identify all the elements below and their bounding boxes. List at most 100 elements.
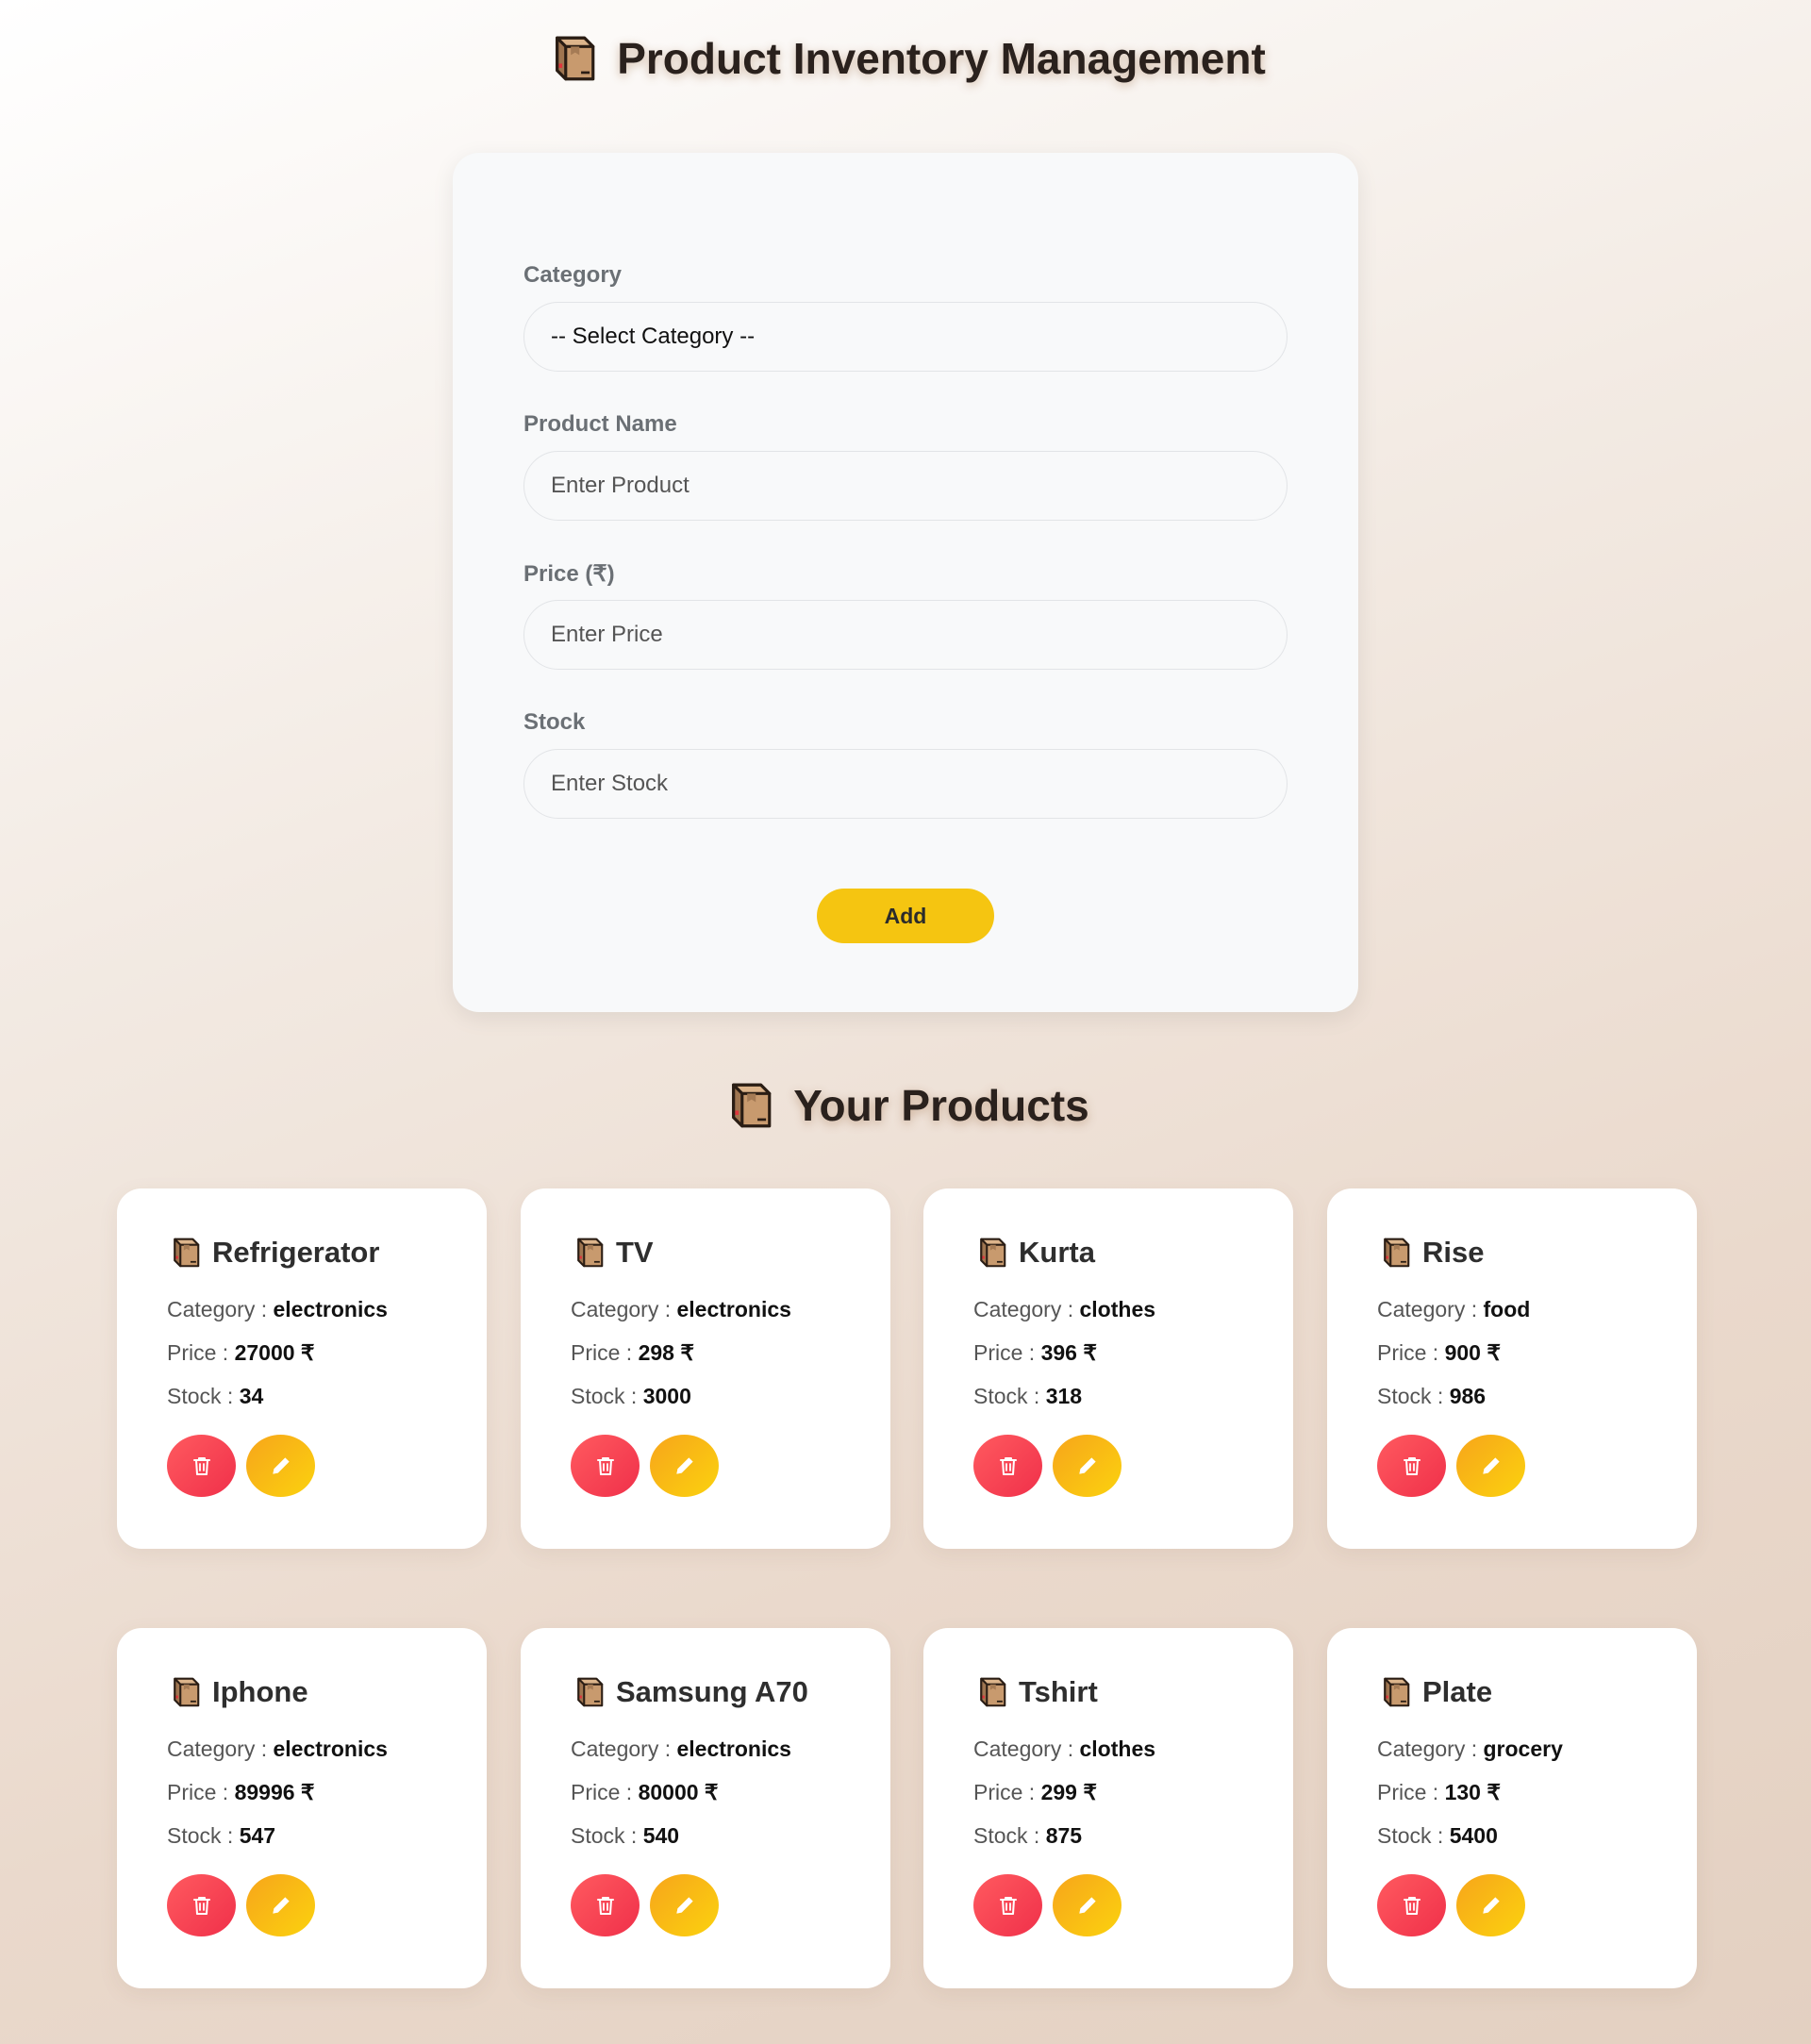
edit-button[interactable] xyxy=(246,1874,315,1936)
trash-icon xyxy=(191,1454,213,1477)
stock-value: 34 xyxy=(239,1384,264,1408)
category-select[interactable]: -- Select Category -- xyxy=(523,302,1288,372)
product-name: Rise xyxy=(1422,1236,1485,1269)
stock-input[interactable]: Enter Stock xyxy=(523,749,1288,819)
product-price: Price : 900 ₹ xyxy=(1377,1340,1501,1366)
package-icon xyxy=(973,1674,1009,1710)
stock-key: Stock : xyxy=(973,1823,1046,1848)
edit-button[interactable] xyxy=(650,1874,719,1936)
price-key: Price : xyxy=(167,1340,235,1365)
price-value: 89996 ₹ xyxy=(235,1780,315,1804)
pencil-icon xyxy=(1479,1893,1504,1918)
package-icon xyxy=(1377,1235,1413,1271)
delete-button[interactable] xyxy=(1377,1435,1446,1497)
pencil-icon xyxy=(269,1454,293,1478)
product-category: Category : electronics xyxy=(571,1297,791,1322)
price-value: 27000 ₹ xyxy=(235,1340,315,1365)
category-key: Category : xyxy=(167,1737,274,1761)
product-category: Category : grocery xyxy=(1377,1737,1563,1762)
price-value: 900 ₹ xyxy=(1445,1340,1501,1365)
price-key: Price : xyxy=(571,1340,639,1365)
category-key: Category : xyxy=(1377,1297,1484,1321)
product-price: Price : 130 ₹ xyxy=(1377,1780,1501,1805)
price-value: 298 ₹ xyxy=(639,1340,694,1365)
edit-button[interactable] xyxy=(650,1435,719,1497)
category-key: Category : xyxy=(973,1297,1080,1321)
stock-value: 318 xyxy=(1045,1384,1083,1408)
category-value: electronics xyxy=(676,1737,791,1761)
package-icon xyxy=(571,1674,606,1710)
trash-icon xyxy=(594,1894,617,1917)
delete-button[interactable] xyxy=(973,1435,1042,1497)
product-name-label: Product Name xyxy=(523,411,677,437)
stock-value: 547 xyxy=(239,1823,276,1848)
edit-button[interactable] xyxy=(246,1435,315,1497)
price-key: Price : xyxy=(1377,1780,1445,1804)
product-stock: Stock : 547 xyxy=(167,1823,275,1849)
add-button[interactable]: Add xyxy=(817,889,994,943)
delete-button[interactable] xyxy=(167,1435,236,1497)
category-key: Category : xyxy=(167,1297,274,1321)
product-card-header: Iphone xyxy=(167,1673,308,1711)
category-value: electronics xyxy=(273,1297,388,1321)
add-product-form: Category -- Select Category -- Product N… xyxy=(453,153,1358,1012)
product-stock: Stock : 5400 xyxy=(1377,1823,1498,1849)
edit-button[interactable] xyxy=(1053,1874,1121,1936)
price-amount: 89996 xyxy=(234,1780,295,1804)
price-key: Price : xyxy=(1377,1340,1445,1365)
package-icon xyxy=(1377,1674,1413,1710)
price-label: Price (₹) xyxy=(523,561,615,587)
delete-button[interactable] xyxy=(571,1435,640,1497)
pencil-icon xyxy=(673,1454,697,1478)
product-stock: Stock : 540 xyxy=(571,1823,679,1849)
currency-symbol: ₹ xyxy=(698,1780,719,1804)
price-key: Price : xyxy=(167,1780,235,1804)
category-value: grocery xyxy=(1483,1737,1563,1761)
products-section-title: Your Products xyxy=(793,1081,1089,1130)
delete-button[interactable] xyxy=(973,1874,1042,1936)
product-card: Kurta Category : clothes Price : 396 ₹ Stoc… xyxy=(923,1188,1293,1549)
stock-value: 540 xyxy=(642,1823,680,1848)
product-price: Price : 27000 ₹ xyxy=(167,1340,315,1366)
product-card: TV Category : electronics Price : 298 ₹ Sto… xyxy=(521,1188,890,1549)
package-icon xyxy=(973,1235,1009,1271)
edit-button[interactable] xyxy=(1456,1435,1525,1497)
currency-symbol: ₹ xyxy=(1076,1340,1097,1365)
delete-button[interactable] xyxy=(571,1874,640,1936)
stock-value: 875 xyxy=(1045,1823,1083,1848)
pencil-icon xyxy=(1479,1454,1504,1478)
price-amount: 396 xyxy=(1040,1340,1077,1365)
currency-symbol: ₹ xyxy=(294,1780,315,1804)
price-input[interactable]: Enter Price xyxy=(523,600,1288,670)
product-price: Price : 298 ₹ xyxy=(571,1340,694,1366)
trash-icon xyxy=(1401,1454,1423,1477)
product-stock: Stock : 318 xyxy=(973,1384,1082,1409)
product-stock: Stock : 3000 xyxy=(571,1384,691,1409)
category-key: Category : xyxy=(1377,1737,1484,1761)
product-price: Price : 396 ₹ xyxy=(973,1340,1097,1366)
product-card-header: TV xyxy=(571,1234,654,1271)
price-key: Price : xyxy=(571,1780,639,1804)
product-name-input[interactable]: Enter Product xyxy=(523,451,1288,521)
category-key: Category : xyxy=(973,1737,1080,1761)
edit-button[interactable] xyxy=(1456,1874,1525,1936)
package-icon xyxy=(571,1235,606,1271)
products-section-header: Your Products xyxy=(0,1075,1811,1136)
product-price: Price : 80000 ₹ xyxy=(571,1780,719,1805)
product-card: Plate Category : grocery Price : 130 ₹ Stoc… xyxy=(1327,1628,1697,1988)
product-name: Kurta xyxy=(1019,1236,1095,1269)
category-value: clothes xyxy=(1079,1737,1156,1761)
delete-button[interactable] xyxy=(1377,1874,1446,1936)
trash-icon xyxy=(594,1454,617,1477)
trash-icon xyxy=(191,1894,213,1917)
edit-button[interactable] xyxy=(1053,1435,1121,1497)
product-stock: Stock : 986 xyxy=(1377,1384,1486,1409)
price-amount: 80000 xyxy=(638,1780,699,1804)
product-stock: Stock : 34 xyxy=(167,1384,263,1409)
delete-button[interactable] xyxy=(167,1874,236,1936)
currency-symbol: ₹ xyxy=(1480,1340,1501,1365)
stock-key: Stock : xyxy=(571,1823,643,1848)
price-amount: 299 xyxy=(1040,1780,1077,1804)
price-amount: 900 xyxy=(1444,1340,1481,1365)
product-price: Price : 299 ₹ xyxy=(973,1780,1097,1805)
